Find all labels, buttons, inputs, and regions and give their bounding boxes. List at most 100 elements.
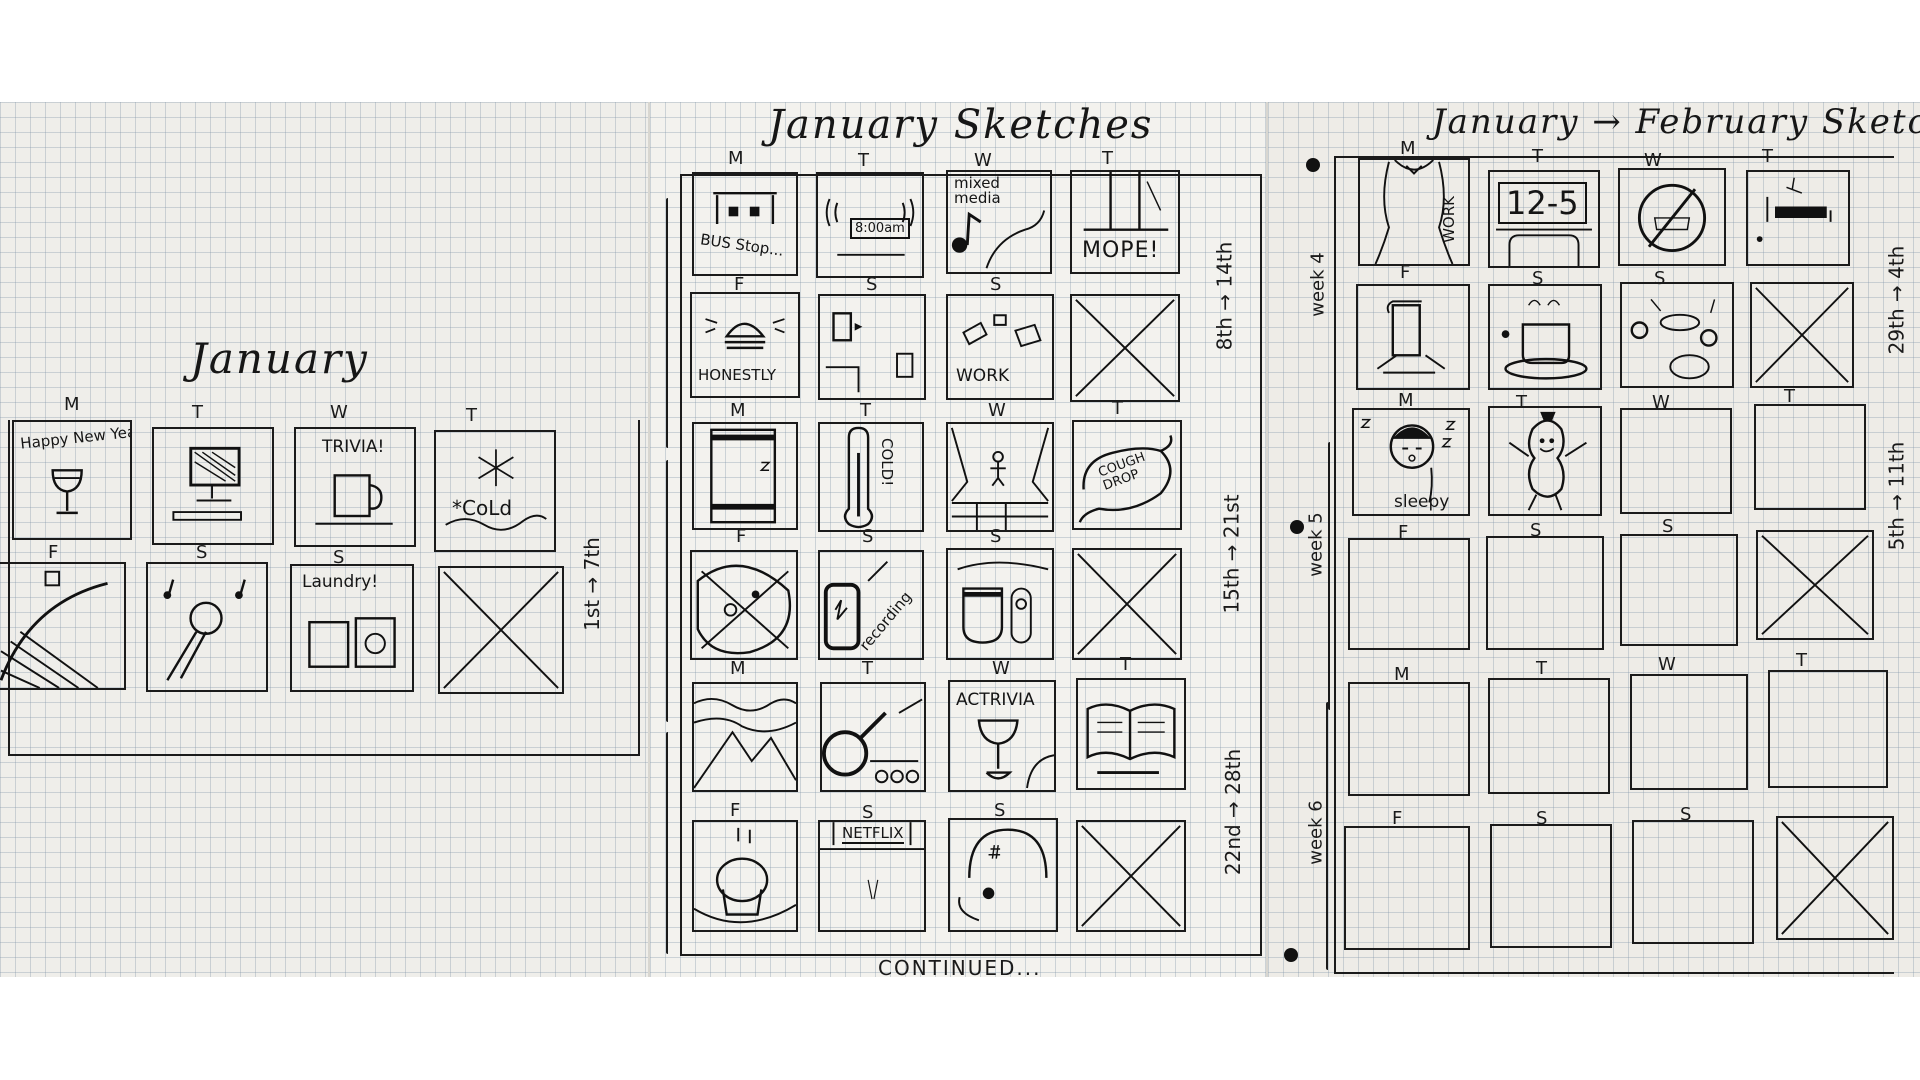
pizza-drawing (696, 564, 792, 655)
sketch-box-empty (1348, 538, 1470, 650)
sketch-box-empty-x (438, 566, 564, 694)
week-label: week 4 (1307, 252, 1329, 317)
book-drawing (1086, 703, 1176, 774)
cupcake-drawing (694, 827, 796, 924)
sketch-box-honestly: HONESTLY (690, 292, 800, 398)
day-label: F (730, 800, 741, 821)
week-label: week 6 (1305, 800, 1327, 865)
bus-stop-drawing (713, 192, 777, 224)
day-label: T (1102, 148, 1113, 169)
sketch-box-mixed-media: mixed media (946, 170, 1052, 274)
soup-pot-drawing (1501, 299, 1588, 380)
week-label: week 5 (1305, 512, 1327, 577)
sketch-box-mope: MOPE! (1070, 170, 1180, 274)
sketch-box-netflix: NETFLIX (818, 820, 926, 932)
sketch-box-computer (152, 427, 274, 545)
sketch-box-bus-stop: BUS Stop... (692, 172, 798, 276)
sketch-box-drink (818, 294, 926, 400)
brace (666, 198, 668, 448)
day-label: M (730, 658, 746, 679)
mountains-drawing (694, 698, 796, 789)
day-label: T (860, 400, 871, 421)
day-label: T (192, 402, 203, 423)
sketch-box-pan (820, 682, 926, 792)
day-label: M (728, 148, 744, 169)
day-label: M (64, 394, 80, 415)
sketch-box-empty (1754, 404, 1866, 510)
sketch-page-2: January Sketches M T W T F S S M T W T F… (648, 102, 1268, 977)
window-drawing (958, 828, 1048, 922)
binder-hole (1284, 948, 1298, 962)
sketch-box-road (0, 562, 126, 690)
alarm-drawing (825, 198, 915, 256)
sketch-box-empty (1488, 678, 1610, 794)
brace (1334, 166, 1336, 416)
sketch-page-3: January → February Sketches week 4 week … (1266, 102, 1920, 977)
day-label: M (1400, 138, 1416, 159)
date-range-label: 29th → 4th (1884, 245, 1909, 355)
sketch-box-cold: *CoLd (434, 430, 556, 552)
tv-drawing (820, 822, 924, 900)
bed-sleep-drawing (1756, 177, 1832, 242)
sketch-box-music (146, 562, 268, 692)
sketch-box-recording: recording (818, 550, 924, 660)
sketch-box-empty (1486, 536, 1604, 650)
sketch-box-work-uniform: WORK (1358, 158, 1470, 266)
day-label: W (330, 402, 348, 423)
sketch-box-coffee (946, 548, 1054, 660)
sketch-page-1: January M T W T F S S Happy New Year! TR… (0, 102, 648, 977)
burger-drawing (705, 318, 785, 350)
date-range-label: 15th → 21st (1219, 494, 1244, 614)
sleepy-person-drawing (1360, 418, 1457, 503)
sketch-box-empty (1620, 534, 1738, 646)
sketch-box-book (1076, 678, 1186, 790)
cup-drawing (825, 312, 914, 393)
day-label: W (992, 658, 1010, 679)
photo-strip: January M T W T F S S Happy New Year! TR… (0, 102, 1920, 977)
sketch-box-empty-x (1756, 530, 1874, 640)
day-label: W (974, 150, 992, 171)
microphone-drawing (163, 579, 246, 681)
sketch-box-bed-sleep (1746, 170, 1850, 266)
sketch-box-laundry: Laundry! (290, 564, 414, 692)
x-mark-drawing (1077, 553, 1177, 655)
music-note-drawing (951, 210, 1046, 269)
date-range-label: 8th → 14th (1212, 241, 1237, 351)
sketch-box-empty-x (1076, 820, 1186, 932)
sketch-box-schedule: 12-5 (1488, 170, 1600, 268)
continued-note: CONTINUED... (878, 956, 1042, 977)
date-range-label: 1st → 7th (579, 537, 604, 631)
sketch-box-empty (1490, 824, 1612, 948)
sketch-box-empty (1630, 674, 1748, 790)
schedule-drawing (1496, 228, 1592, 266)
laundry-drawing (308, 617, 396, 668)
dinner-drawing (1630, 298, 1718, 380)
sketch-box-stage (946, 422, 1054, 532)
uniform-drawing (1374, 160, 1454, 264)
coffee-drawing (957, 561, 1049, 644)
stage-drawing (950, 427, 1050, 530)
glass-drawing (1376, 300, 1446, 374)
day-label: S (990, 274, 1002, 295)
day-label: S (196, 542, 208, 563)
thermometer-drawing (843, 426, 874, 529)
sketch-box-work: WORK (946, 294, 1054, 400)
x-mark-drawing (1781, 821, 1889, 935)
day-label: T (1536, 658, 1547, 679)
sketch-box-alarm: 8:00am (816, 172, 924, 278)
mug-drawing (315, 474, 393, 525)
snowflake-drawing (445, 449, 547, 531)
date-range-label: 5th → 11th (1884, 441, 1909, 551)
sketch-box-empty-x (1776, 816, 1894, 940)
sketch-box-bed (692, 422, 798, 530)
x-mark-drawing (1075, 299, 1175, 397)
sketch-box-cold: COLD! (818, 422, 924, 532)
sketch-box-empty (1632, 820, 1754, 944)
door-drawing (1083, 172, 1169, 231)
brace (666, 732, 668, 954)
sketch-box-trivia: TRIVIA! (294, 427, 416, 547)
x-mark-drawing (1081, 825, 1181, 927)
sketch-box-pizza (690, 550, 798, 660)
sketch-box-happy-new-year: Happy New Year! (12, 420, 132, 540)
sketch-box-cough-drop: COUGH DROP (1072, 420, 1182, 530)
